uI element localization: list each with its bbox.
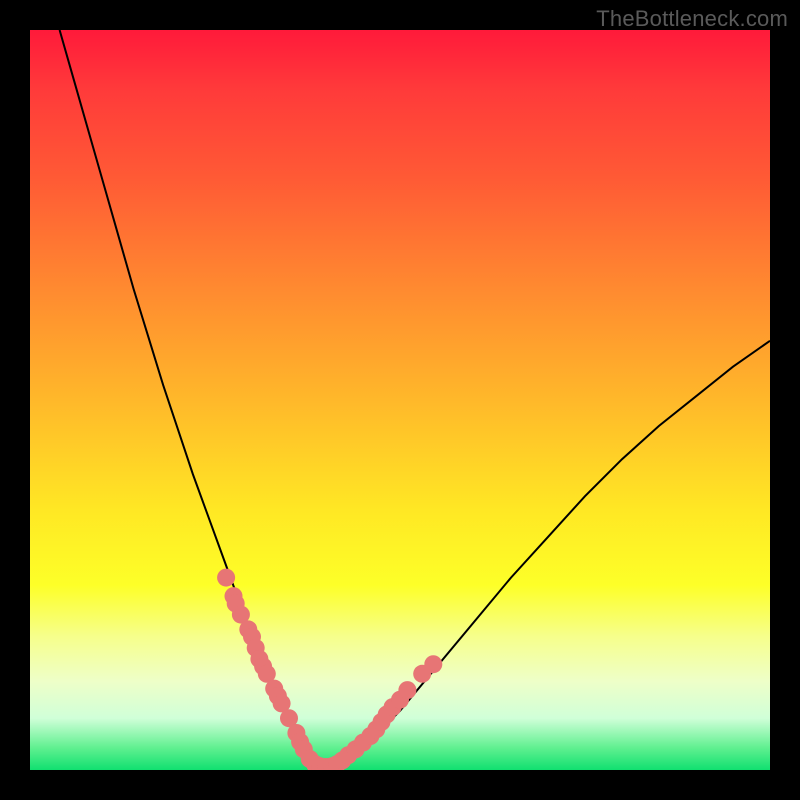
watermark-text: TheBottleneck.com: [596, 6, 788, 32]
curve-line: [60, 30, 770, 766]
plot-area: [30, 30, 770, 770]
data-marker: [217, 569, 235, 587]
data-marker: [398, 681, 416, 699]
marker-group: [217, 569, 442, 770]
data-marker: [424, 655, 442, 673]
chart-svg: [30, 30, 770, 770]
chart-frame: TheBottleneck.com: [0, 0, 800, 800]
